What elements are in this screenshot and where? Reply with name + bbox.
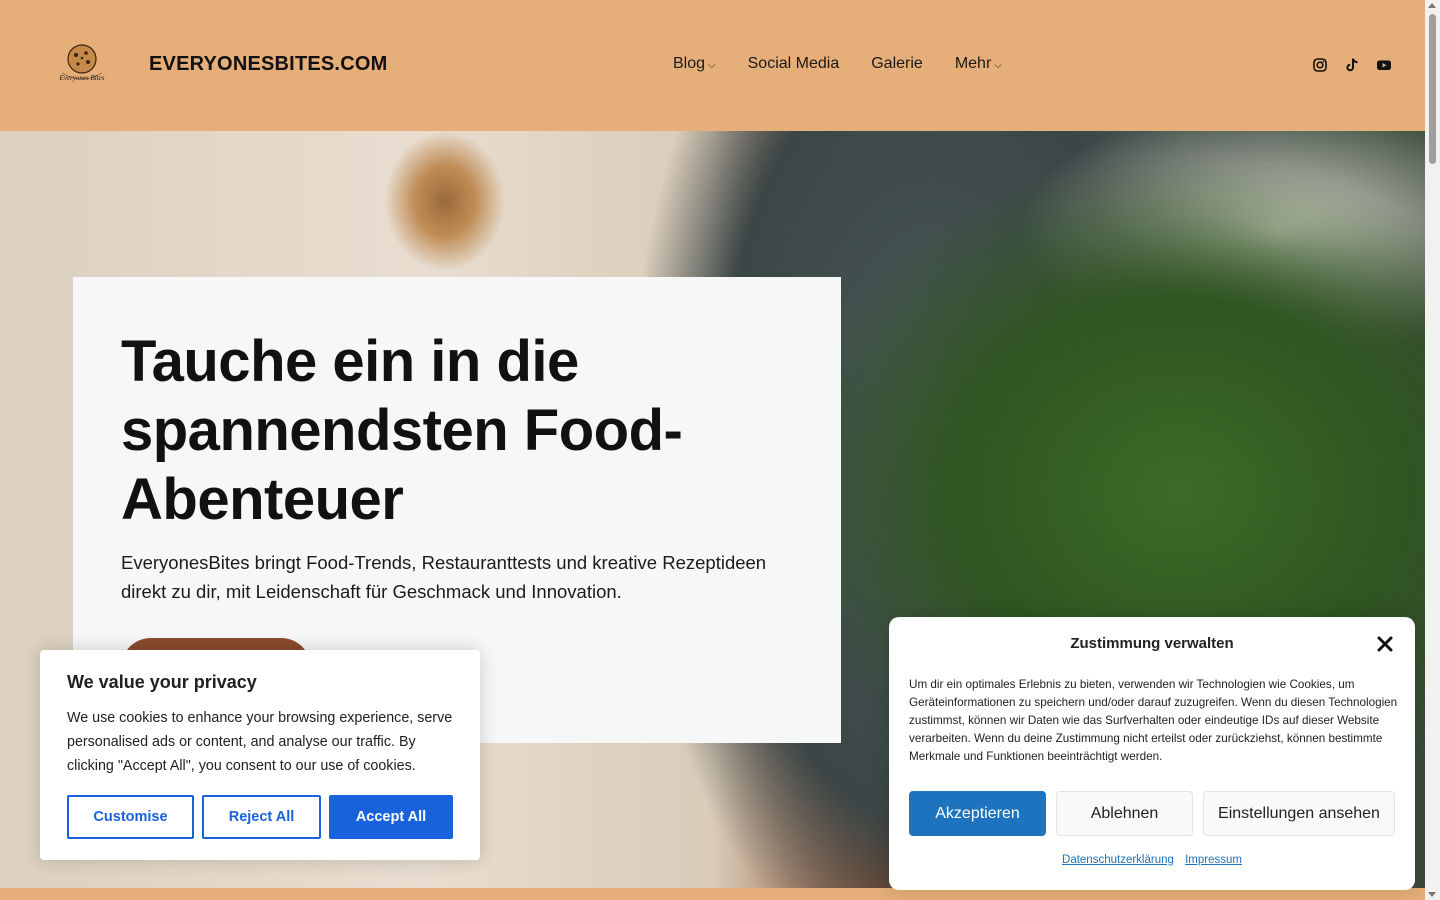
consent-links: Datenschutzerklärung Impressum [889,854,1415,866]
instagram-icon[interactable] [1312,57,1328,73]
social-links [1312,57,1392,73]
nav-item-label: Galerie [871,55,923,72]
ablehnen-button[interactable]: Ablehnen [1056,791,1193,836]
privacy-policy-link[interactable]: Datenschutzerklärung [1062,854,1174,866]
nav-item-blog[interactable]: Blog ⌵ [673,55,716,73]
scroll-up-arrow-icon[interactable] [1428,3,1436,8]
site-title[interactable]: EVERYONESBITES.COM [149,53,387,76]
chevron-down-icon: ⌵ [994,59,1002,71]
main-nav: Blog ⌵ Social Media Galerie Mehr ⌵ [673,55,1002,73]
einstellungen-ansehen-button[interactable]: Einstellungen ansehen [1203,791,1395,836]
page-scrollbar[interactable] [1425,0,1440,900]
consent-dialog-text: Um dir ein optimales Erlebnis zu bieten,… [909,678,1398,763]
nav-item-galerie[interactable]: Galerie [871,55,923,73]
youtube-icon[interactable] [1376,57,1392,73]
customise-button[interactable]: Customise [67,795,194,839]
nav-item-label: Social Media [747,55,840,72]
chevron-down-icon: ⌵ [708,59,716,71]
nav-item-label: Blog [673,55,706,72]
site-logo[interactable]: Everyones Bites [58,43,106,87]
akzeptieren-button[interactable]: Akzeptieren [909,791,1046,836]
scrollbar-thumb[interactable] [1429,14,1436,164]
close-icon[interactable] [1375,634,1395,654]
tiktok-icon[interactable] [1344,57,1360,73]
scroll-down-arrow-icon[interactable] [1428,892,1436,897]
logo-text: Everyones Bites [59,74,105,82]
consent-dialog: Zustimmung verwalten Um dir ein optimale… [889,617,1415,890]
nav-item-mehr[interactable]: Mehr ⌵ [955,55,1002,73]
cookie-banner-text: We use cookies to enhance your browsing … [67,710,453,774]
imprint-link[interactable]: Impressum [1185,854,1242,866]
hero-title: Tauche ein in die spannendsten Food-Aben… [121,329,683,532]
hero-text: EveryonesBites bringt Food-Trends, Resta… [121,552,767,602]
consent-dialog-title: Zustimmung verwalten [1070,635,1234,652]
cookie-banner-title: We value your privacy [67,672,257,692]
reject-all-button[interactable]: Reject All [202,795,321,839]
nav-item-social-media[interactable]: Social Media [748,55,840,73]
nav-item-label: Mehr [954,55,992,72]
accept-all-button[interactable]: Accept All [329,795,453,839]
site-header: Everyones Bites EVERYONESBITES.COM Blog … [0,0,1425,131]
cookie-banner: We value your privacy We use cookies to … [40,650,480,860]
